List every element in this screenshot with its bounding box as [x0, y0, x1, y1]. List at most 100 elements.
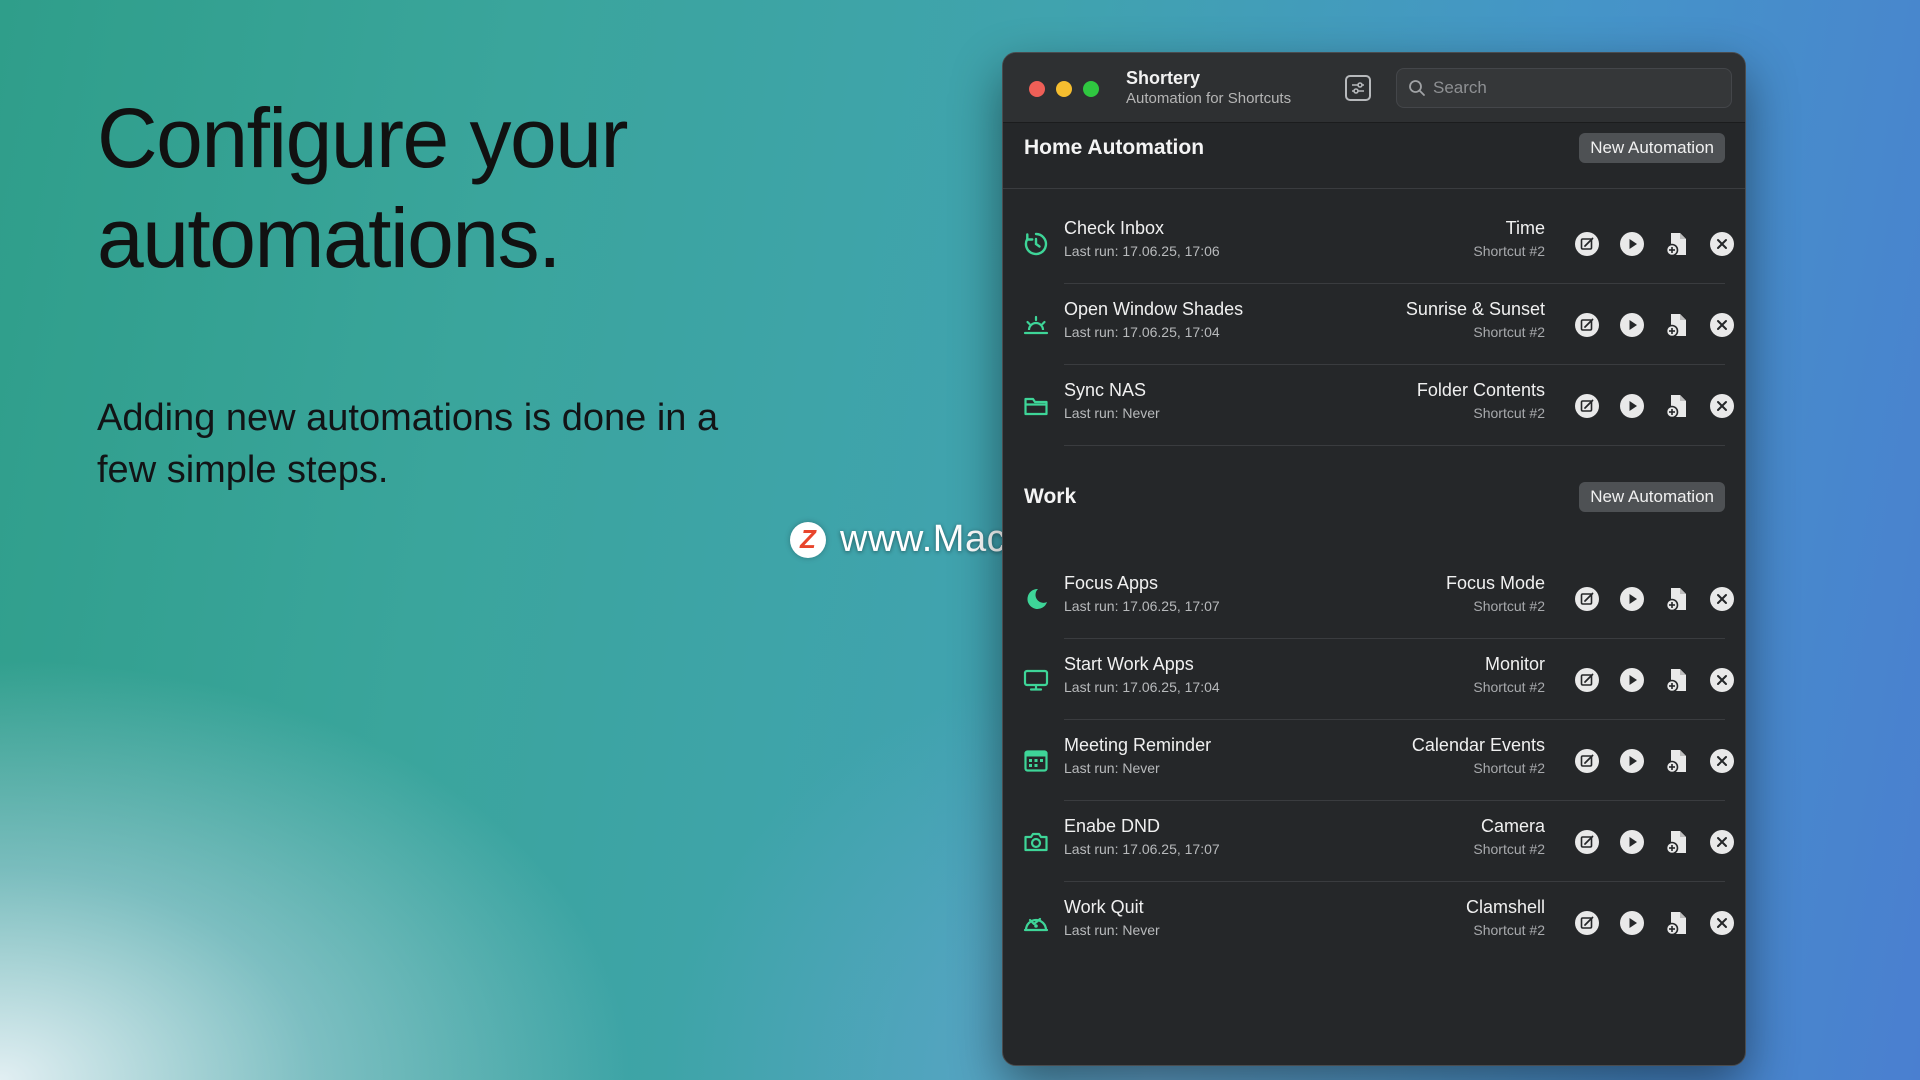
play-icon[interactable]: [1619, 667, 1645, 693]
automation-row[interactable]: Start Work Apps Last run: 17.06.25, 17:04…: [1003, 639, 1745, 720]
automation-row[interactable]: Enabe DND Last run: 17.06.25, 17:07 Camera…: [1003, 801, 1745, 882]
play-icon[interactable]: [1619, 829, 1645, 855]
section-header: Home Automation New Automation: [1003, 123, 1745, 173]
automation-name: Check Inbox: [1064, 218, 1165, 238]
automation-trigger: Camera: [1480, 816, 1545, 836]
automation-name: Focus Apps: [1064, 573, 1159, 593]
automation-row[interactable]: Open Window Shades Last run: 17.06.25, 17…: [1003, 284, 1745, 365]
automation-last-run: Last run: Never: [1064, 405, 1160, 421]
automation-shortcut: Shortcut #2: [1473, 324, 1545, 340]
automation-name: Sync NAS: [1064, 380, 1147, 400]
duplicate-icon[interactable]: [1664, 910, 1690, 936]
automation-last-run: Last run: 17.06.25, 17:07: [1064, 598, 1220, 614]
automation-last-run: Last run: Never: [1064, 760, 1160, 776]
search-input[interactable]: [1433, 69, 1723, 107]
edit-icon[interactable]: [1574, 829, 1600, 855]
zoom-window-button[interactable]: [1083, 81, 1099, 97]
automation-shortcut: Shortcut #2: [1473, 841, 1545, 857]
automation-shortcut: Shortcut #2: [1473, 679, 1545, 695]
duplicate-icon[interactable]: [1664, 312, 1690, 338]
automation-row[interactable]: Meeting Reminder Last run: Never Calendar …: [1003, 720, 1745, 801]
moon-icon: [1023, 586, 1049, 612]
automation-last-run: Last run: 17.06.25, 17:06: [1064, 243, 1220, 259]
duplicate-icon[interactable]: [1664, 586, 1690, 612]
automation-trigger: Monitor: [1484, 654, 1545, 674]
edit-icon[interactable]: [1574, 393, 1600, 419]
duplicate-icon[interactable]: [1664, 667, 1690, 693]
play-icon[interactable]: [1619, 231, 1645, 257]
automation-trigger: Time: [1505, 218, 1545, 238]
section-header: Work New Automation: [1003, 472, 1745, 522]
edit-icon[interactable]: [1574, 748, 1600, 774]
edit-icon[interactable]: [1574, 312, 1600, 338]
duplicate-icon[interactable]: [1664, 393, 1690, 419]
search-icon: [1409, 80, 1425, 96]
calendar-icon: [1023, 748, 1049, 774]
delete-icon[interactable]: [1709, 748, 1735, 774]
play-icon[interactable]: [1619, 393, 1645, 419]
sliders-icon: [1352, 82, 1364, 94]
automation-last-run: Last run: 17.06.25, 17:04: [1064, 679, 1220, 695]
duplicate-icon[interactable]: [1664, 231, 1690, 257]
sunrise-icon: [1023, 312, 1049, 338]
hero-title: Configure your automations.: [97, 91, 628, 285]
play-icon[interactable]: [1619, 910, 1645, 936]
play-icon[interactable]: [1619, 586, 1645, 612]
minimize-window-button[interactable]: [1056, 81, 1072, 97]
automation-row[interactable]: Sync NAS Last run: Never Folder Contents Sh…: [1003, 365, 1745, 446]
hero-subtitle: Adding new automations is done in a few …: [97, 397, 719, 491]
titlebar: Shortery Automation for Shortcuts: [1003, 53, 1745, 123]
duplicate-icon[interactable]: [1664, 748, 1690, 774]
automation-trigger: Focus Mode: [1445, 573, 1545, 593]
section-title: Home Automation: [1024, 136, 1205, 159]
folder-icon: [1023, 393, 1049, 419]
delete-icon[interactable]: [1709, 393, 1735, 419]
app-title: Shortery: [1126, 68, 1201, 88]
filter-settings-button[interactable]: [1345, 75, 1371, 101]
search-field[interactable]: [1396, 68, 1732, 108]
delete-icon[interactable]: [1709, 231, 1735, 257]
automation-shortcut: Shortcut #2: [1473, 405, 1545, 421]
automation-last-run: Last run: 17.06.25, 17:07: [1064, 841, 1220, 857]
delete-icon[interactable]: [1709, 667, 1735, 693]
duplicate-icon[interactable]: [1664, 829, 1690, 855]
automation-name: Start Work Apps: [1064, 654, 1194, 674]
automation-shortcut: Shortcut #2: [1473, 760, 1545, 776]
automation-last-run: Last run: 17.06.25, 17:04: [1064, 324, 1220, 340]
automation-trigger: Folder Contents: [1416, 380, 1545, 400]
automation-last-run: Last run: Never: [1064, 922, 1160, 938]
monitor-icon: [1023, 667, 1049, 693]
app-subtitle: Automation for Shortcuts: [1126, 90, 1292, 107]
close-window-button[interactable]: [1029, 81, 1045, 97]
automation-trigger: Calendar Events: [1411, 735, 1545, 755]
delete-icon[interactable]: [1709, 910, 1735, 936]
delete-icon[interactable]: [1709, 312, 1735, 338]
automation-row[interactable]: Check Inbox Last run: 17.06.25, 17:06 Time…: [1003, 203, 1745, 284]
automation-row[interactable]: Work Quit Last run: Never Clamshell Shortcu…: [1003, 882, 1745, 963]
camera-icon: [1023, 829, 1049, 855]
clamshell-icon: [1023, 910, 1049, 936]
automation-name: Meeting Reminder: [1064, 735, 1212, 755]
edit-icon[interactable]: [1574, 910, 1600, 936]
automation-name: Open Window Shades: [1064, 299, 1244, 319]
app-window: Shortery Automation for Shortcuts Home A…: [1002, 52, 1746, 1066]
edit-icon[interactable]: [1574, 667, 1600, 693]
delete-icon[interactable]: [1709, 586, 1735, 612]
edit-icon[interactable]: [1574, 231, 1600, 257]
automation-name: Work Quit: [1064, 897, 1144, 917]
automation-trigger: Clamshell: [1465, 897, 1545, 917]
section-divider: [1003, 188, 1745, 189]
section-title: Work: [1024, 485, 1077, 508]
timer-icon: [1023, 231, 1049, 257]
new-automation-button[interactable]: New Automation: [1579, 133, 1725, 163]
row-divider: [1064, 445, 1725, 446]
delete-icon[interactable]: [1709, 829, 1735, 855]
automation-name: Enabe DND: [1064, 816, 1161, 836]
play-icon[interactable]: [1619, 748, 1645, 774]
watermark-logo: Z: [790, 521, 826, 558]
play-icon[interactable]: [1619, 312, 1645, 338]
edit-icon[interactable]: [1574, 586, 1600, 612]
new-automation-button[interactable]: New Automation: [1579, 482, 1725, 512]
automation-trigger: Sunrise & Sunset: [1405, 299, 1545, 319]
automation-row[interactable]: Focus Apps Last run: 17.06.25, 17:07 Focus…: [1003, 558, 1745, 639]
